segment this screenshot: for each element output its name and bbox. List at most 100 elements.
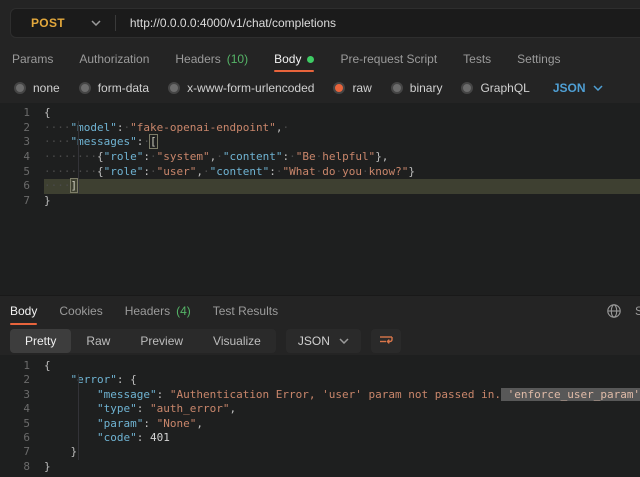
code-line[interactable]: 5········{"role":·"user",·"content":·"Wh…	[0, 165, 640, 180]
line-number: 7	[0, 194, 44, 209]
code-token: "system"	[157, 150, 210, 163]
radio-icon	[14, 82, 26, 94]
code-token: },	[375, 150, 388, 163]
radio-none[interactable]: none	[14, 81, 60, 95]
code-text: "param": "None",	[44, 417, 203, 431]
code-token: "auth_error"	[150, 402, 229, 415]
code-text: }	[44, 460, 51, 474]
radio-form-data[interactable]: form-data	[79, 81, 149, 95]
code-token: "fake-openai-endpoint"	[130, 121, 276, 134]
wrap-text-icon	[378, 334, 394, 348]
code-line[interactable]: 2····"model":·"fake-openai-endpoint",·	[0, 121, 640, 136]
line-number: 4	[0, 150, 44, 165]
response-tab-body[interactable]: Body	[10, 296, 37, 325]
radio-x-www-form-urlencoded[interactable]: x-www-form-urlencoded	[168, 81, 314, 95]
code-token: {	[97, 150, 104, 163]
code-token: :	[137, 402, 150, 415]
code-line[interactable]: 3 "message": "Authentication Error, 'use…	[0, 388, 640, 402]
code-token: ········	[44, 150, 97, 163]
method-label: POST	[31, 16, 65, 30]
tab-params[interactable]: Params	[12, 46, 53, 72]
code-text: {	[44, 359, 51, 373]
code-line[interactable]: 2 "error": {	[0, 373, 640, 387]
radio-raw[interactable]: raw	[333, 81, 371, 95]
code-token	[44, 431, 97, 444]
tab-tests[interactable]: Tests	[463, 46, 491, 72]
request-language-select[interactable]: JSON	[553, 81, 603, 95]
response-language-select[interactable]: JSON	[286, 329, 361, 353]
code-line[interactable]: 4 "type": "auth_error",	[0, 402, 640, 416]
chevron-down-icon	[593, 85, 603, 91]
code-token: ,	[196, 417, 203, 430]
code-line[interactable]: 8}	[0, 460, 640, 474]
radio-graphql[interactable]: GraphQL	[461, 81, 529, 95]
line-number: 4	[0, 402, 44, 416]
line-number: 2	[0, 121, 44, 136]
code-text: "message": "Authentication Error, 'user'…	[44, 388, 640, 402]
code-token: helpful"	[322, 150, 375, 163]
view-preview[interactable]: Preview	[125, 329, 198, 353]
code-token: :	[143, 165, 150, 178]
view-visualize[interactable]: Visualize	[198, 329, 276, 353]
code-token: }	[71, 445, 78, 458]
line-number: 3	[0, 135, 44, 150]
line-number: 5	[0, 417, 44, 431]
code-token: : {	[117, 373, 137, 386]
code-token: ········	[44, 165, 97, 178]
response-tab-cookies[interactable]: Cookies	[59, 296, 102, 325]
code-line[interactable]: 7 }	[0, 445, 640, 459]
code-token: "content"	[223, 150, 283, 163]
unsaved-dot-icon	[307, 56, 314, 63]
response-code-editor[interactable]: 1{2 "error": {3 "message": "Authenticati…	[0, 355, 640, 477]
response-tab-test-results[interactable]: Test Results	[213, 296, 278, 325]
code-token: "role"	[104, 150, 144, 163]
tab-settings[interactable]: Settings	[517, 46, 560, 72]
wrap-text-button[interactable]	[371, 329, 401, 353]
code-token	[44, 388, 97, 401]
line-number: 5	[0, 165, 44, 180]
code-text: }	[44, 194, 51, 209]
view-pretty[interactable]: Pretty	[10, 329, 71, 353]
body-type-row: none form-data x-www-form-urlencoded raw…	[14, 76, 603, 100]
request-code-editor[interactable]: 1{2····"model":·"fake-openai-endpoint",·…	[0, 103, 640, 295]
indent-guide	[78, 374, 79, 460]
method-selector[interactable]: POST	[11, 16, 115, 30]
radio-selected-icon	[333, 82, 345, 94]
code-token: ·	[362, 165, 369, 178]
code-token: :	[137, 431, 150, 444]
code-token: "None"	[157, 417, 197, 430]
code-line[interactable]: 3····"messages":·[	[0, 135, 640, 150]
code-token: you	[342, 165, 362, 178]
code-line[interactable]: 1{	[0, 359, 640, 373]
code-token: "What	[282, 165, 315, 178]
tab-pre-request-script[interactable]: Pre-request Script	[340, 46, 437, 72]
response-tab-headers[interactable]: Headers(4)	[125, 296, 191, 325]
code-token: {	[44, 359, 51, 372]
line-number: 7	[0, 445, 44, 459]
code-line[interactable]: 1{	[0, 106, 640, 121]
view-raw[interactable]: Raw	[71, 329, 125, 353]
code-line[interactable]: 5 "param": "None",	[0, 417, 640, 431]
line-number: 6	[0, 179, 44, 194]
code-token: "param"	[97, 417, 143, 430]
code-token: "type"	[97, 402, 137, 415]
code-line[interactable]: 7}	[0, 194, 640, 209]
headers-count-badge: (10)	[227, 52, 248, 66]
globe-icon[interactable]	[606, 303, 622, 322]
tab-body[interactable]: Body	[274, 46, 314, 72]
code-line[interactable]: 6 "code": 401	[0, 431, 640, 445]
tab-authorization[interactable]: Authorization	[79, 46, 149, 72]
code-line[interactable]: 6····]	[0, 179, 640, 194]
code-token: }	[44, 460, 51, 473]
code-text: "error": {	[44, 373, 137, 387]
code-token: 'enforce_user_param'=True"	[501, 388, 640, 401]
code-line[interactable]: 4········{"role":·"system",·"content":·"…	[0, 150, 640, 165]
code-text: }	[44, 445, 77, 459]
url-input[interactable]: http://0.0.0.0:4000/v1/chat/completions	[116, 16, 336, 30]
code-token: know?"	[369, 165, 409, 178]
code-token: ]	[71, 179, 78, 192]
code-token: :	[157, 388, 170, 401]
code-token: :	[143, 150, 150, 163]
radio-binary[interactable]: binary	[391, 81, 443, 95]
tab-headers[interactable]: Headers(10)	[175, 46, 248, 72]
